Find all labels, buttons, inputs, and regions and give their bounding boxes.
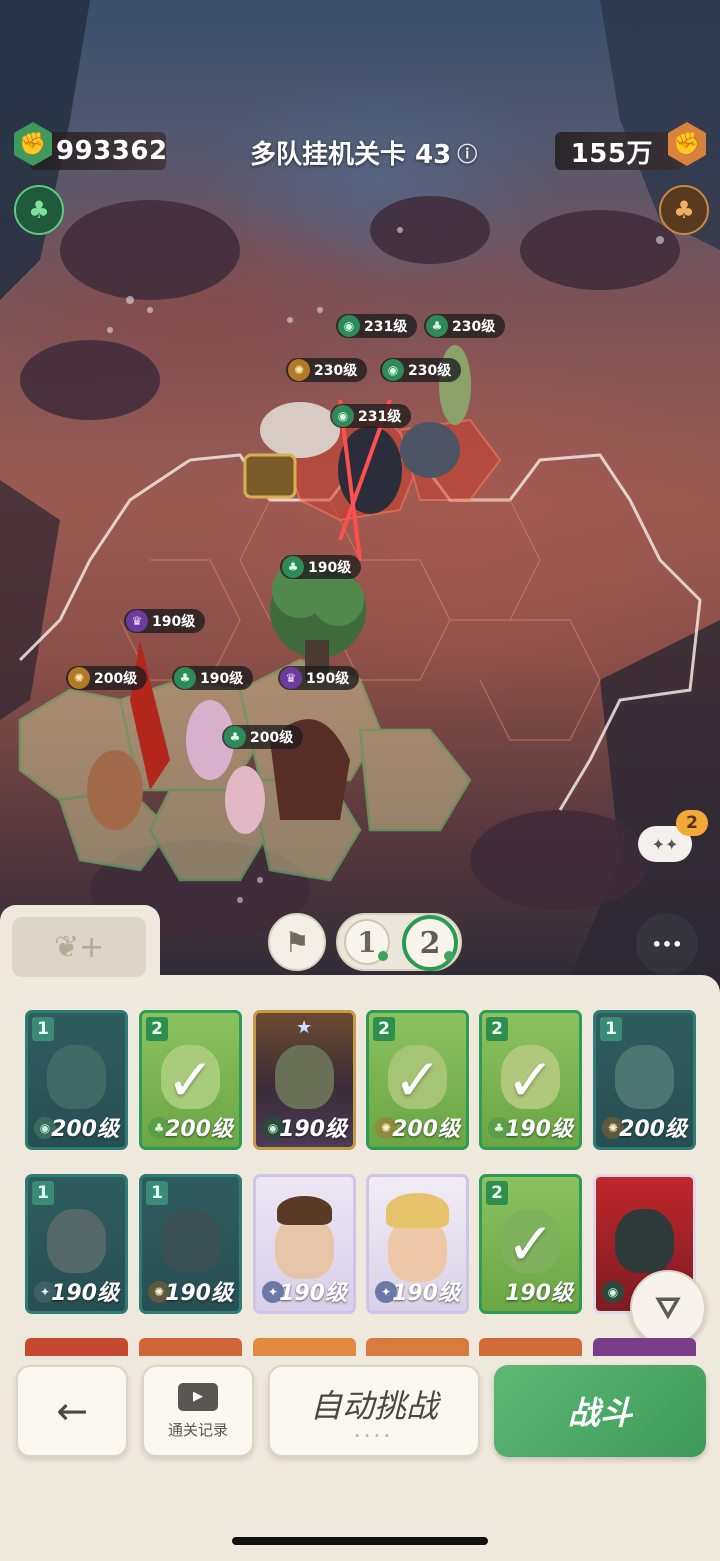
leaf-faction-icon: ♣ xyxy=(174,667,196,689)
hero-card[interactable] xyxy=(25,1338,128,1356)
hero-card[interactable]: 1 ✺ 190级 xyxy=(139,1174,242,1314)
back-button[interactable]: ← xyxy=(16,1365,128,1457)
back-arrow-icon: ← xyxy=(56,1389,88,1433)
leaf-faction-icon: ♣ xyxy=(14,185,64,235)
eye-faction-icon: ◉ xyxy=(338,315,360,337)
hero-level: 190级 xyxy=(279,1281,347,1306)
clear-record-label: 通关记录 xyxy=(167,1420,228,1439)
team-2-indicator xyxy=(444,951,454,961)
sun-faction-icon: ✺ xyxy=(288,359,310,381)
ally-level-tag: ♛ 190级 xyxy=(124,609,206,633)
ally-level-tag: ♛ 190级 xyxy=(278,666,360,690)
battle-scene: 993362 ✊ ♣ 多队挂机关卡 43 ⓘ 155万 ✊ ♣ ◉ 231级 ♣ 2… xyxy=(0,0,720,1000)
formation-flag-button[interactable]: ⚑ xyxy=(268,913,326,971)
chat-count-badge: 2 xyxy=(676,810,708,836)
right-power-value: 155万 xyxy=(570,138,653,169)
ally-level-tag: ♣ 190级 xyxy=(172,666,254,690)
hero-card[interactable] xyxy=(366,1338,469,1356)
hero-level: 190级 xyxy=(505,1117,573,1142)
hero-portrait xyxy=(275,1045,334,1110)
hero-level: 190级 xyxy=(392,1281,460,1306)
info-icon[interactable]: ⓘ xyxy=(457,138,477,167)
hero-card[interactable] xyxy=(479,1338,582,1356)
enemy-level-tag: ✺ 230级 xyxy=(286,358,368,382)
enemy-level-tag: ◉ 231级 xyxy=(330,404,412,428)
hero-portrait xyxy=(47,1209,106,1274)
enemy-level-tag: ◉ 230级 xyxy=(380,358,462,382)
hero-hair xyxy=(386,1193,449,1228)
hero-hair xyxy=(277,1195,332,1226)
sun-faction-icon: ✺ xyxy=(68,667,90,689)
flag-icon: ⚑ xyxy=(284,925,310,959)
team-1-indicator xyxy=(378,951,388,961)
hero-level: 190级 xyxy=(51,1281,119,1306)
hero-card[interactable] xyxy=(593,1338,696,1356)
hero-portrait xyxy=(615,1045,674,1110)
enemy-level-tag: ◉ 231级 xyxy=(336,314,418,338)
hero-card-row-peek xyxy=(25,1338,705,1356)
hero-card[interactable]: 1 ◉ 200级 xyxy=(25,1010,128,1150)
eye-faction-icon: ◉ xyxy=(332,405,354,427)
enemy-level-tag: ♣ 230级 xyxy=(424,314,506,338)
auto-challenge-label: 自动挑战 xyxy=(309,1386,438,1425)
hero-card[interactable]: 2 ✓ ♣ 200级 xyxy=(139,1010,242,1150)
add-companion-tab[interactable]: ❦+ xyxy=(0,905,160,995)
ally-level-tag: ✺ 200级 xyxy=(66,666,148,690)
team-selection-panel: ❦+ ⚑ 1 2 ••• 1 ◉ 200级 2 ✓ ♣ 200级 ★ ◉ 190… xyxy=(0,905,720,1561)
team-badge: 1 xyxy=(32,1017,54,1041)
hero-level: 190级 xyxy=(279,1117,347,1142)
home-indicator xyxy=(232,1537,488,1545)
hero-portrait xyxy=(615,1209,674,1274)
filter-icon: ⛛ xyxy=(655,1290,681,1326)
team-badge: 1 xyxy=(146,1181,168,1205)
hero-card[interactable]: ✦ 190级 xyxy=(366,1174,469,1314)
shadow-faction-icon: ♛ xyxy=(126,610,148,632)
left-power-value: 993362 xyxy=(56,136,168,166)
hero-card[interactable]: 2 ✓ ♣ 190级 xyxy=(479,1010,582,1150)
filter-button[interactable]: ⛛ xyxy=(630,1270,706,1346)
fight-button[interactable]: 战斗 xyxy=(494,1365,706,1457)
dots-decoration: •••• xyxy=(354,1430,394,1442)
leaf-faction-icon: ♣ xyxy=(224,726,246,748)
hero-level: 190级 xyxy=(165,1281,233,1306)
hero-card[interactable] xyxy=(253,1338,356,1356)
hero-card[interactable] xyxy=(139,1338,242,1356)
hero-level: 200级 xyxy=(165,1117,233,1142)
shadow-faction-icon: ♛ xyxy=(280,667,302,689)
stage-title-text: 多队挂机关卡 43 xyxy=(250,139,452,170)
fight-label: 战斗 xyxy=(567,1394,632,1432)
leaf-faction-icon: ♣ xyxy=(282,556,304,578)
sparkle-icon: ✦✦ xyxy=(651,834,679,854)
eye-faction-icon: ◉ xyxy=(382,359,404,381)
hero-card[interactable]: 1 ✦ 190级 xyxy=(25,1174,128,1314)
star-icon: ★ xyxy=(296,1017,313,1038)
team-2-tab[interactable]: 2 xyxy=(402,915,458,971)
companion-add-icon: ❦+ xyxy=(12,917,146,977)
stage-title: 多队挂机关卡 43 ⓘ xyxy=(250,132,477,172)
clear-record-button[interactable]: ▶ 通关记录 xyxy=(142,1365,254,1457)
eye-faction-icon: ◉ xyxy=(602,1281,624,1303)
hero-level: 200级 xyxy=(619,1117,687,1142)
hero-card[interactable]: ★ ◉ 190级 xyxy=(253,1010,356,1150)
hero-level: 200级 xyxy=(392,1117,460,1142)
leaf-faction-icon: ♣ xyxy=(426,315,448,337)
hero-portrait xyxy=(161,1209,220,1274)
team-badge: 1 xyxy=(600,1017,622,1041)
hero-card[interactable]: ✦ 190级 xyxy=(253,1174,356,1314)
hero-portrait xyxy=(47,1045,106,1110)
hero-card[interactable]: 2 ✓ ✺ 200级 xyxy=(366,1010,469,1150)
more-options-button[interactable]: ••• xyxy=(636,913,698,975)
auto-challenge-button[interactable]: 自动挑战 •••• xyxy=(268,1365,480,1457)
hero-level: 190级 xyxy=(505,1281,573,1306)
ally-level-tag: ♣ 200级 xyxy=(222,725,304,749)
video-record-icon: ▶ xyxy=(178,1382,218,1411)
hero-level: 200级 xyxy=(51,1117,119,1142)
gold-faction-icon: ♣ xyxy=(659,185,709,235)
ally-level-tag: ♣ 190级 xyxy=(280,555,362,579)
hero-card[interactable]: 2 ✓ 190级 xyxy=(479,1174,582,1314)
hero-card[interactable]: 1 ✺ 200级 xyxy=(593,1010,696,1150)
right-power-display: 155万 xyxy=(555,132,683,170)
team-badge: 1 xyxy=(32,1181,54,1205)
